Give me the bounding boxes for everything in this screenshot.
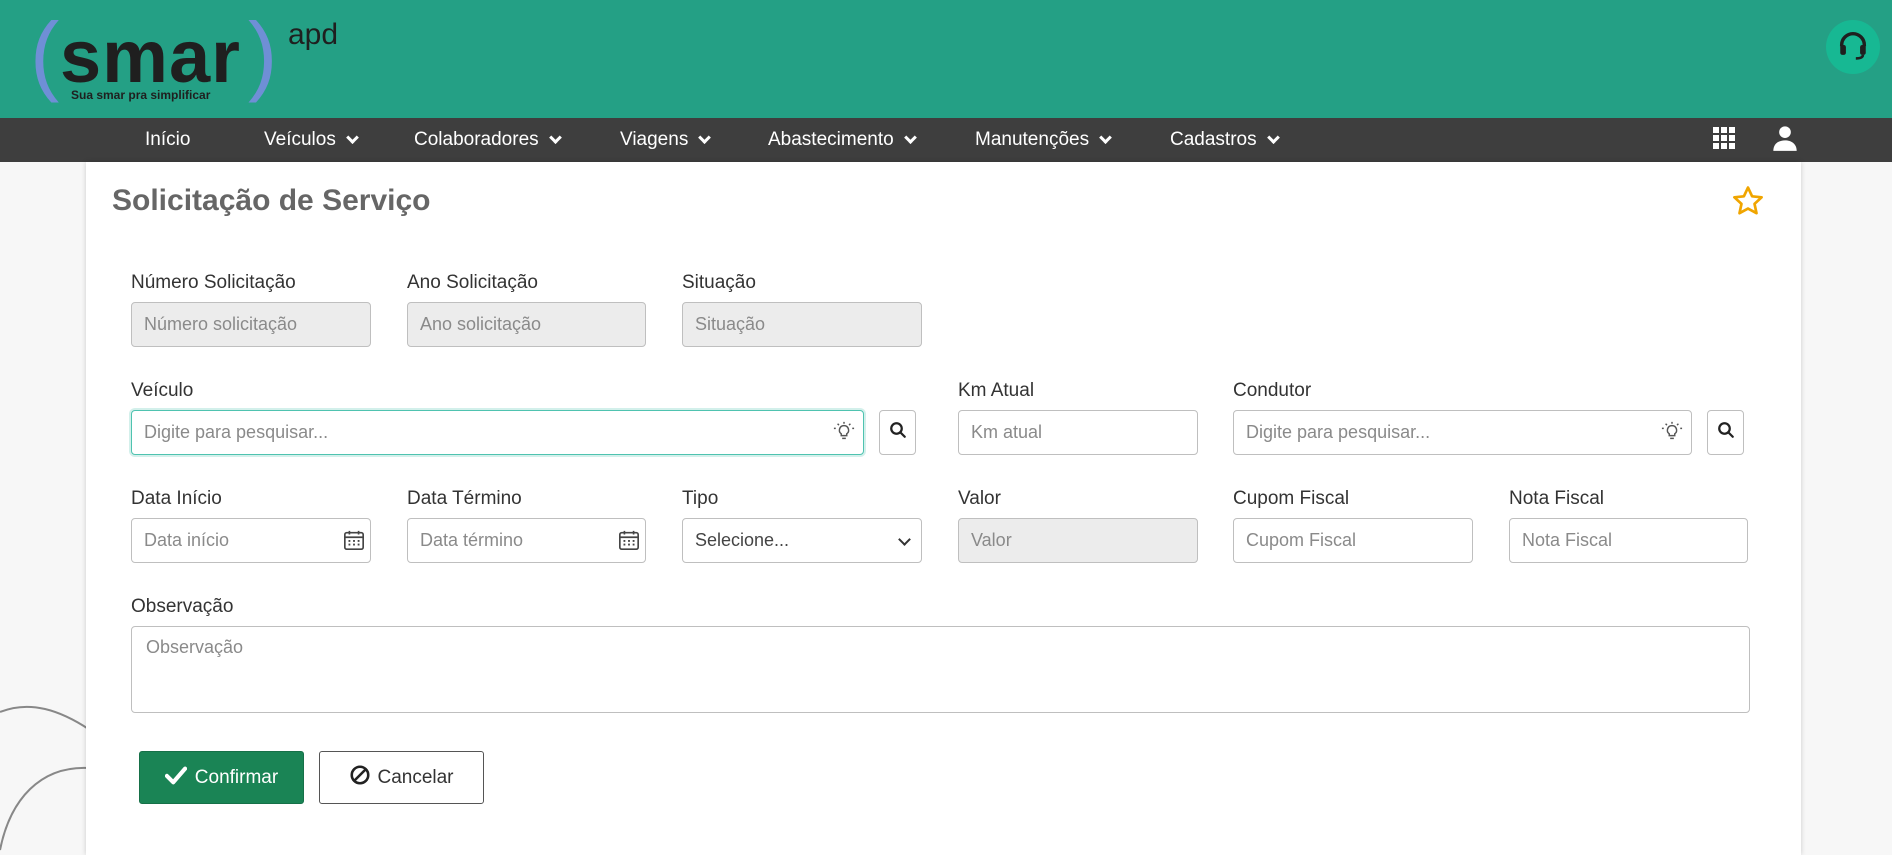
service-request-card: Solicitação de Serviço Número Solicitaçã…	[86, 162, 1801, 855]
tipo-label: Tipo	[682, 488, 719, 509]
page-title: Solicitação de Serviço	[112, 184, 431, 217]
ban-icon	[349, 764, 371, 792]
cancel-button[interactable]: Cancelar	[319, 751, 484, 804]
condutor-label: Condutor	[1233, 380, 1312, 401]
confirm-button[interactable]: Confirmar	[139, 751, 304, 804]
cancel-label: Cancelar	[377, 766, 454, 788]
observacao-label: Observação	[131, 596, 234, 617]
search-icon	[1717, 421, 1735, 444]
nav-item-cadastros[interactable]: Cadastros	[1170, 118, 1280, 162]
chevron-down-icon	[698, 130, 712, 144]
km-label: Km Atual	[958, 380, 1035, 401]
nav-label: Veículos	[264, 129, 336, 150]
main-nav: Início Veículos Colaboradores Viagens Ab…	[0, 118, 1892, 162]
nav-item-inicio[interactable]: Início	[145, 118, 190, 162]
chevron-down-icon	[903, 130, 917, 144]
veiculo-label: Veículo	[131, 380, 194, 401]
data-inicio-label: Data Início	[131, 488, 222, 509]
veiculo-search-input[interactable]	[131, 410, 864, 455]
app-header: ( smar ) apd Sua smar pra simplificar	[0, 0, 1892, 118]
tipo-select[interactable]: Selecione...	[682, 518, 922, 563]
logo-paren-right: )	[248, 4, 278, 103]
user-menu-button[interactable]	[1771, 118, 1799, 162]
nav-label: Colaboradores	[414, 129, 539, 150]
check-icon	[164, 765, 187, 791]
user-icon	[1771, 124, 1799, 157]
nota-label: Nota Fiscal	[1509, 488, 1605, 509]
apps-grid-icon	[1713, 126, 1735, 154]
logo-superscript: apd	[288, 18, 339, 51]
nav-item-colaboradores[interactable]: Colaboradores	[414, 118, 562, 162]
chevron-down-icon	[548, 130, 562, 144]
condutor-search-button[interactable]	[1707, 410, 1744, 455]
logo-tagline: Sua smar pra simplificar	[71, 88, 211, 102]
nav-label: Cadastros	[1170, 129, 1257, 150]
nav-item-abastecimento[interactable]: Abastecimento	[768, 118, 917, 162]
calendar-icon[interactable]	[342, 528, 366, 552]
valor-input[interactable]	[958, 518, 1198, 563]
observacao-textarea[interactable]	[131, 626, 1750, 713]
calendar-icon[interactable]	[617, 528, 641, 552]
veiculo-search-button[interactable]	[879, 410, 916, 455]
star-icon	[1731, 186, 1765, 222]
lightbulb-icon[interactable]	[1660, 420, 1684, 444]
data-termino-label: Data Término	[407, 488, 522, 509]
ano-label: Ano Solicitação	[407, 272, 538, 293]
cupom-label: Cupom Fiscal	[1233, 488, 1350, 509]
background-decoration	[0, 705, 90, 851]
nota-fiscal-input[interactable]	[1509, 518, 1748, 563]
data-inicio-input[interactable]	[131, 518, 371, 563]
ano-input[interactable]	[407, 302, 646, 347]
favorite-button[interactable]	[1731, 184, 1765, 223]
nav-label: Manutenções	[975, 129, 1090, 150]
confirm-label: Confirmar	[194, 766, 279, 788]
search-icon	[889, 421, 907, 444]
cupom-fiscal-input[interactable]	[1233, 518, 1473, 563]
nav-label: Viagens	[620, 129, 689, 150]
apps-grid-button[interactable]	[1713, 118, 1735, 162]
tipo-selected-value: Selecione...	[695, 530, 790, 550]
valor-label: Valor	[958, 488, 1001, 509]
chevron-down-icon	[345, 130, 359, 144]
lightbulb-icon[interactable]	[832, 420, 856, 444]
condutor-search-input[interactable]	[1233, 410, 1692, 455]
nav-item-manutencoes[interactable]: Manutenções	[975, 118, 1112, 162]
situacao-label: Situação	[682, 272, 756, 293]
nav-item-veiculos[interactable]: Veículos	[264, 118, 359, 162]
km-input[interactable]	[958, 410, 1198, 455]
chevron-down-icon	[1266, 130, 1280, 144]
chevron-down-icon	[1099, 130, 1112, 144]
situacao-input[interactable]	[682, 302, 922, 347]
support-button[interactable]	[1826, 20, 1880, 74]
smar-logo[interactable]: ( smar ) apd Sua smar pra simplificar	[30, 4, 338, 110]
chevron-down-icon	[898, 533, 911, 546]
numero-label: Número Solicitação	[131, 272, 296, 293]
nav-label: Início	[145, 129, 191, 150]
nav-item-viagens[interactable]: Viagens	[620, 118, 712, 162]
headset-icon	[1836, 28, 1870, 67]
nav-label: Abastecimento	[768, 129, 894, 150]
numero-input[interactable]	[131, 302, 371, 347]
logo-paren-left: (	[30, 4, 60, 103]
data-termino-input[interactable]	[407, 518, 646, 563]
